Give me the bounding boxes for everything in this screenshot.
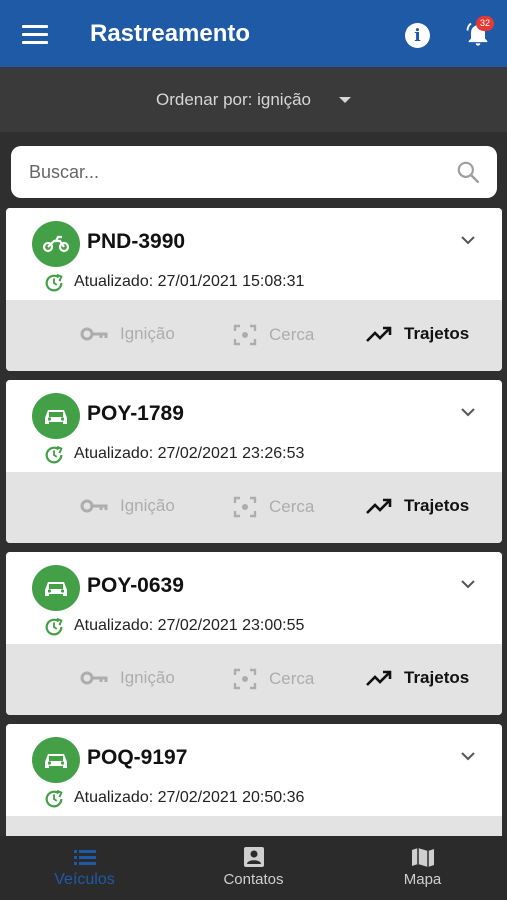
ignition-label: Ignição [120,324,175,343]
routes-label: Trajetos [404,324,470,343]
ignition-label: Ignição [120,668,175,687]
info-icon[interactable]: i [405,23,430,48]
vehicle-updated: Atualizado: 27/02/2021 20:50:36 [74,789,305,806]
routes-label: Trajetos [404,496,470,515]
chevron-down-icon[interactable] [460,232,476,248]
car-icon [32,393,80,439]
map-icon [412,848,434,867]
fence-label: Cerca [269,669,315,688]
chevron-down-icon[interactable] [460,576,476,592]
fence-button[interactable]: Cerca [233,496,314,518]
nav-contacts[interactable]: Contatos [169,836,338,900]
vehicle-updated: Atualizado: 27/02/2021 23:26:53 [74,445,305,462]
ignition-button[interactable]: Ignição [80,668,175,688]
vehicle-actions: Ignição Cerca Trajetos [6,300,502,371]
key-icon [80,671,108,685]
nav-contacts-label: Contatos [223,871,284,888]
vehicle-card-header[interactable]: PND-3990 Atualizado: 27/01/2021 15:08:31 [6,208,502,300]
ignition-button[interactable]: Ignição [80,324,175,344]
chevron-down-icon[interactable] [460,748,476,764]
routes-button[interactable]: Trajetos [366,324,469,344]
car-icon [32,737,80,783]
vehicle-actions: Ignição Cerca Trajetos [6,644,502,715]
vehicle-updated: Atualizado: 27/02/2021 23:00:55 [74,617,305,634]
vehicle-list: PND-3990 Atualizado: 27/01/2021 15:08:31… [6,208,502,836]
trending-up-icon [366,326,392,342]
nav-vehicles-label: Veículos [54,871,115,888]
nav-vehicles[interactable]: Veículos [0,836,169,900]
vehicle-plate: POY-0639 [87,574,184,597]
notification-badge: 32 [476,16,494,31]
sort-dropdown[interactable]: Ordenar por: ignição [0,67,507,132]
vehicle-actions: Ignição Cerca Trajetos [6,472,502,543]
list-icon [74,850,96,865]
search-box [11,146,497,198]
fence-icon [233,496,257,518]
fence-icon [233,324,257,346]
bottom-navigation: Veículos Contatos Mapa [0,836,507,900]
fence-button[interactable]: Cerca [233,668,314,690]
routes-label: Trajetos [404,668,470,687]
update-clock-icon [45,789,63,808]
search-input[interactable] [29,161,429,183]
ignition-button[interactable]: Ignição [80,496,175,516]
fence-button[interactable]: Cerca [233,324,314,346]
fence-label: Cerca [269,325,315,344]
vehicle-card[interactable]: POY-1789 Atualizado: 27/02/2021 23:26:53… [6,380,502,543]
menu-icon[interactable] [22,25,48,45]
key-icon [80,327,108,341]
app-bar: Rastreamento i 32 [0,0,507,67]
contact-card-icon [244,847,264,867]
nav-map[interactable]: Mapa [338,836,507,900]
nav-map-label: Mapa [403,871,442,888]
motorcycle-icon [32,221,80,267]
update-clock-icon [45,617,63,636]
vehicle-actions [6,816,502,836]
update-clock-icon [45,273,63,292]
key-icon [80,499,108,513]
vehicle-plate: PND-3990 [87,230,186,253]
vehicle-card[interactable]: POY-0639 Atualizado: 27/02/2021 23:00:55… [6,552,502,715]
vehicle-card[interactable]: POQ-9197 Atualizado: 27/02/2021 20:50:36 [6,724,502,836]
sort-label: Ordenar por: ignição [156,89,311,109]
fence-icon [233,668,257,690]
update-clock-icon [45,445,63,464]
trending-up-icon [366,498,392,514]
vehicle-card-header[interactable]: POY-0639 Atualizado: 27/02/2021 23:00:55 [6,552,502,644]
caret-down-icon [338,96,351,103]
routes-button[interactable]: Trajetos [366,496,469,516]
ignition-label: Ignição [120,496,175,515]
vehicle-plate: POY-1789 [87,402,184,425]
search-icon[interactable] [455,159,481,185]
chevron-down-icon[interactable] [460,404,476,420]
routes-button[interactable]: Trajetos [366,668,469,688]
vehicle-card-header[interactable]: POQ-9197 Atualizado: 27/02/2021 20:50:36 [6,724,502,816]
car-icon [32,565,80,611]
vehicle-card-header[interactable]: POY-1789 Atualizado: 27/02/2021 23:26:53 [6,380,502,472]
fence-label: Cerca [269,497,315,516]
vehicle-updated: Atualizado: 27/01/2021 15:08:31 [74,273,305,290]
vehicle-plate: POQ-9197 [87,746,188,769]
trending-up-icon [366,670,392,686]
page-title: Rastreamento [90,20,251,47]
vehicle-card[interactable]: PND-3990 Atualizado: 27/01/2021 15:08:31… [6,208,502,371]
